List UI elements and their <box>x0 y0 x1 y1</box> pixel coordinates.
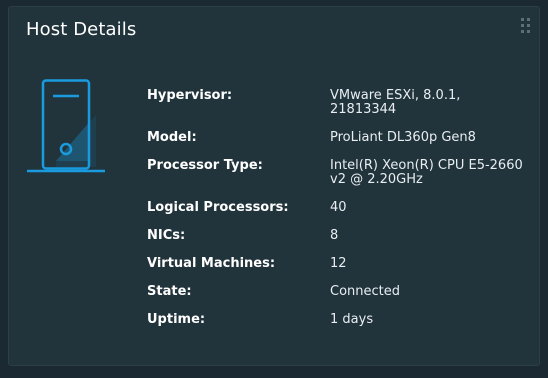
detail-row-state: State: Connected <box>147 285 527 299</box>
detail-label: Logical Processors: <box>147 200 289 215</box>
detail-value: VMware ESXi, 8.0.1, 21813344 <box>330 88 461 117</box>
detail-label: Model: <box>147 130 197 145</box>
drag-handle-icon[interactable] <box>521 18 530 33</box>
detail-label: Uptime: <box>147 312 206 327</box>
detail-value: 12 <box>330 256 347 271</box>
server-tower-icon <box>27 79 105 173</box>
detail-row-nics: NICs: 8 <box>147 229 527 243</box>
detail-label: State: <box>147 284 192 299</box>
host-details-card: Host Details Hypervisor: VMware ESXi, 8.… <box>8 6 540 366</box>
detail-label: Virtual Machines: <box>147 256 276 271</box>
detail-row-uptime: Uptime: 1 days <box>147 313 527 327</box>
detail-value: 1 days <box>330 312 374 327</box>
detail-row-processor-type: Processor Type: Intel(R) Xeon(R) CPU E5-… <box>147 159 527 187</box>
detail-value: Connected <box>330 284 401 299</box>
detail-value: ProLiant DL360p Gen8 <box>330 130 476 145</box>
detail-row-logical-processors: Logical Processors: 40 <box>147 201 527 215</box>
detail-value: 8 <box>330 228 339 243</box>
detail-row-virtual-machines: Virtual Machines: 12 <box>147 257 527 271</box>
detail-value: 40 <box>330 200 347 215</box>
host-details-list: Hypervisor: VMware ESXi, 8.0.1, 21813344… <box>147 87 527 327</box>
detail-label: Hypervisor: <box>147 88 233 103</box>
detail-row-hypervisor: Hypervisor: VMware ESXi, 8.0.1, 21813344 <box>147 89 527 117</box>
card-title: Host Details <box>26 19 137 40</box>
detail-row-model: Model: ProLiant DL360p Gen8 <box>147 131 527 145</box>
detail-label: NICs: <box>147 228 186 243</box>
detail-value: Intel(R) Xeon(R) CPU E5-2660 v2 @ 2.20GH… <box>330 158 523 187</box>
detail-label: Processor Type: <box>147 158 263 173</box>
